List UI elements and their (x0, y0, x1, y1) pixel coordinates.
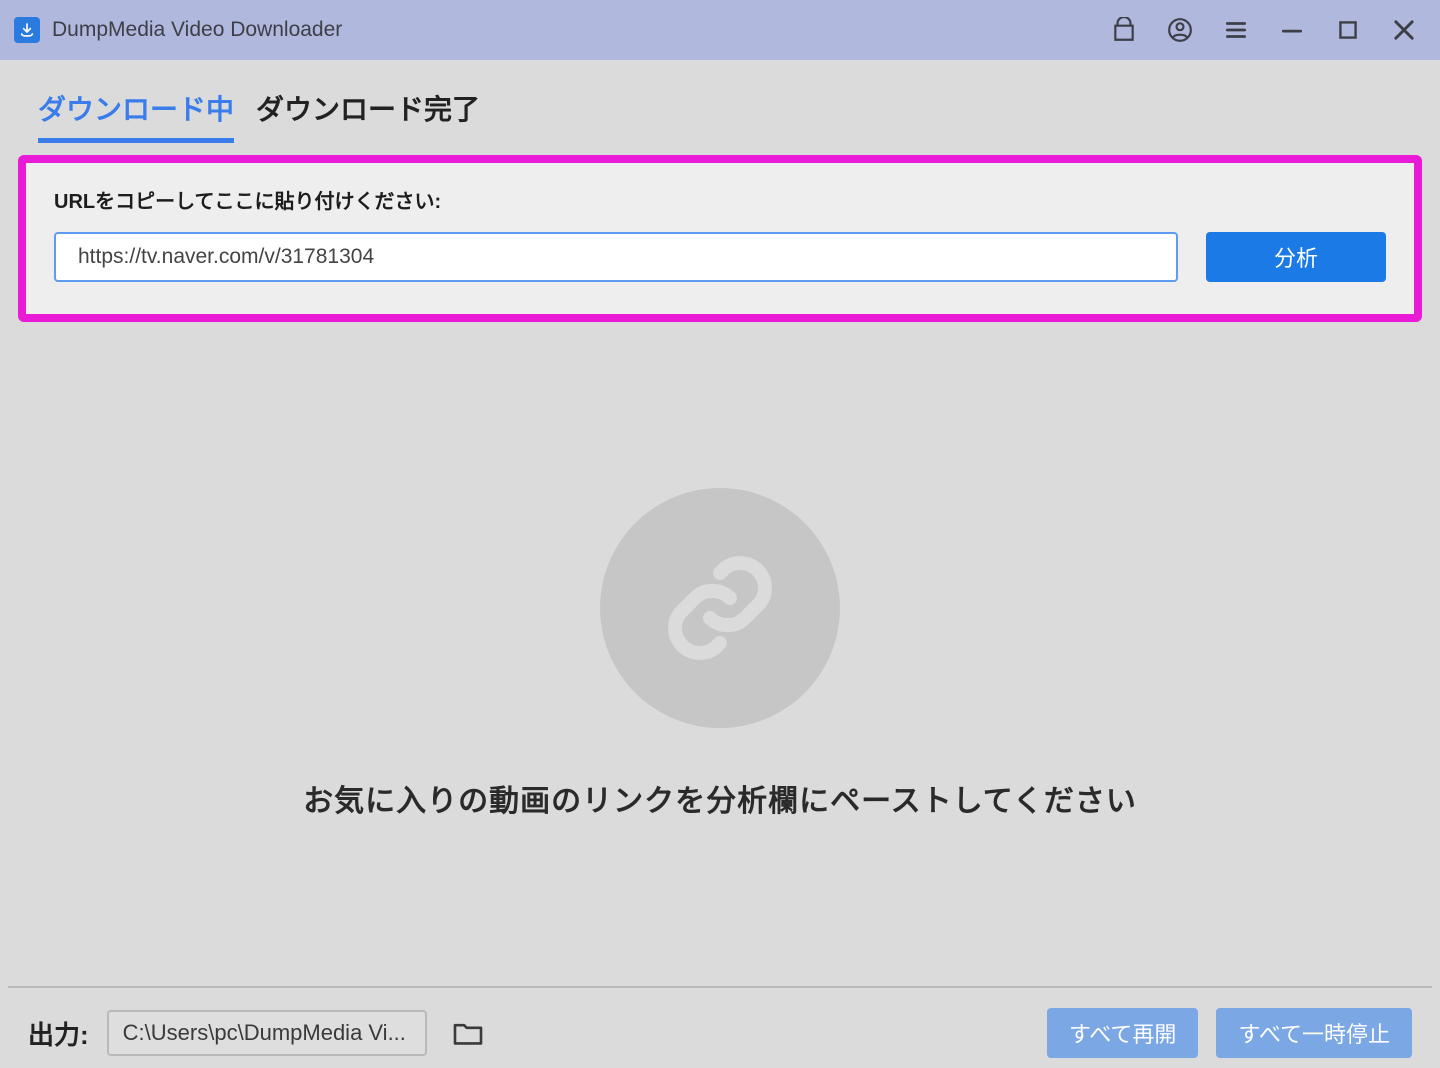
url-row: 分析 (54, 232, 1386, 282)
url-input[interactable] (54, 232, 1178, 282)
app-logo-icon (14, 17, 40, 43)
account-icon[interactable] (1158, 8, 1202, 52)
minimize-button[interactable] (1270, 8, 1314, 52)
tab-downloading[interactable]: ダウンロード中 (38, 88, 234, 143)
maximize-button[interactable] (1326, 8, 1370, 52)
app-title: DumpMedia Video Downloader (52, 18, 342, 42)
pause-all-button[interactable]: すべて一時停止 (1216, 1008, 1412, 1058)
link-icon (600, 488, 840, 728)
output-label: 出力: (28, 1015, 89, 1052)
store-icon[interactable] (1102, 8, 1146, 52)
close-button[interactable] (1382, 8, 1426, 52)
analyze-button[interactable]: 分析 (1206, 232, 1386, 282)
title-bar: DumpMedia Video Downloader (0, 0, 1440, 60)
footer: 出力: C:\Users\pc\DumpMedia Vi... すべて再開 すべ… (8, 986, 1432, 1058)
client-area: ダウンロード中 ダウンロード完了 URLをコピーしてここに貼り付けください: 分… (0, 60, 1440, 1068)
resume-all-button[interactable]: すべて再開 (1047, 1008, 1199, 1058)
url-panel: URLをコピーしてここに貼り付けください: 分析 (18, 155, 1422, 322)
tabs: ダウンロード中 ダウンロード完了 (8, 60, 1432, 143)
url-label: URLをコピーしてここに貼り付けください: (54, 185, 1386, 214)
tab-completed[interactable]: ダウンロード完了 (256, 88, 480, 143)
output-path[interactable]: C:\Users\pc\DumpMedia Vi... (107, 1010, 427, 1056)
empty-message: お気に入りの動画のリンクを分析欄にペーストしてください (303, 776, 1137, 820)
open-folder-button[interactable] (445, 1010, 491, 1056)
empty-state: お気に入りの動画のリンクを分析欄にペーストしてください (8, 322, 1432, 986)
menu-icon[interactable] (1214, 8, 1258, 52)
